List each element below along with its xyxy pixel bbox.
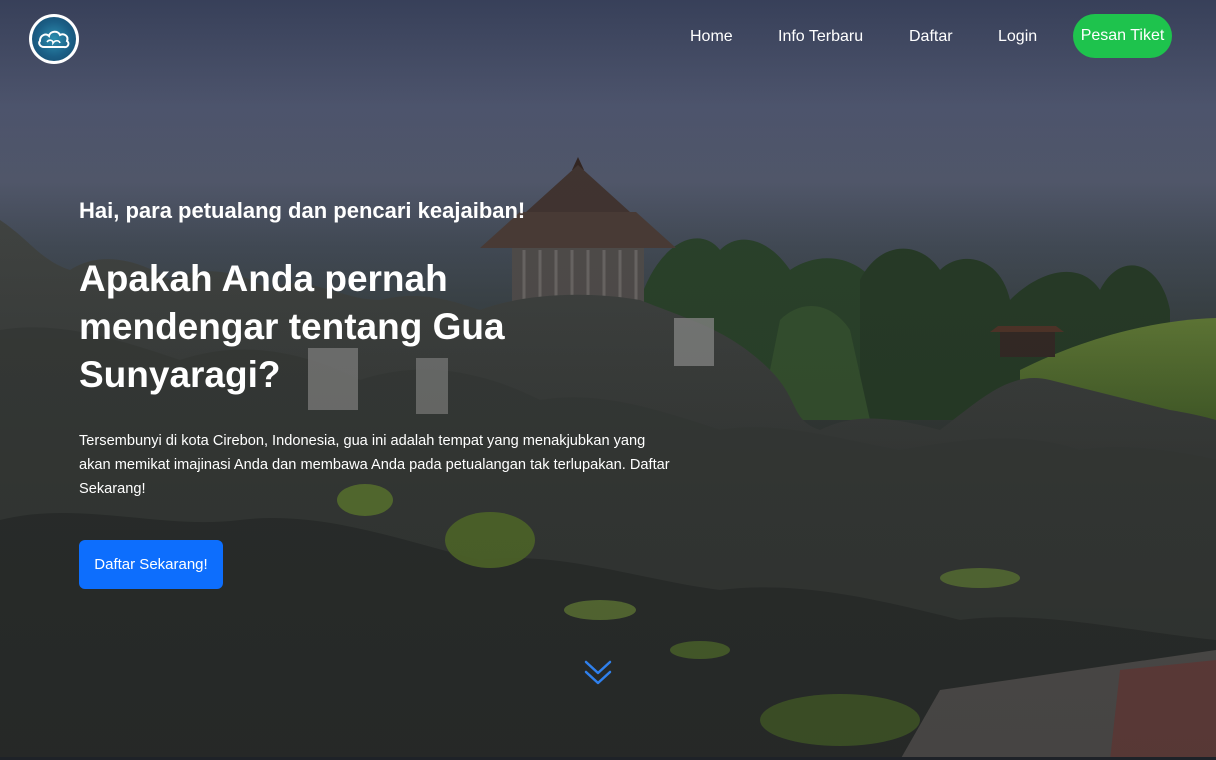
nav-link-login[interactable]: Login xyxy=(998,27,1037,47)
hero-description: Tersembunyi di kota Cirebon, Indonesia, … xyxy=(79,433,670,497)
pesan-tiket-button[interactable]: Pesan Tiket xyxy=(1073,14,1172,58)
top-navbar: Home Info Terbaru Daftar Login Pesan Tik… xyxy=(0,0,1216,76)
scroll-down-button[interactable] xyxy=(582,658,614,688)
cirebon-cloud-logo-icon xyxy=(32,17,76,61)
hero-section: Home Info Terbaru Daftar Login Pesan Tik… xyxy=(0,0,1216,760)
double-chevron-down-icon xyxy=(584,660,612,685)
hero-greeting: Hai, para petualang dan pencari keajaiba… xyxy=(79,198,526,223)
nav-link-info-terbaru[interactable]: Info Terbaru xyxy=(778,27,863,47)
hero-headline: Apakah Anda pernah mendengar tentang Gua… xyxy=(79,258,505,395)
nav-link-daftar[interactable]: Daftar xyxy=(909,27,953,47)
daftar-sekarang-button[interactable]: Daftar Sekarang! xyxy=(79,540,223,589)
nav-link-home[interactable]: Home xyxy=(690,27,733,47)
brand-logo[interactable] xyxy=(29,14,79,64)
